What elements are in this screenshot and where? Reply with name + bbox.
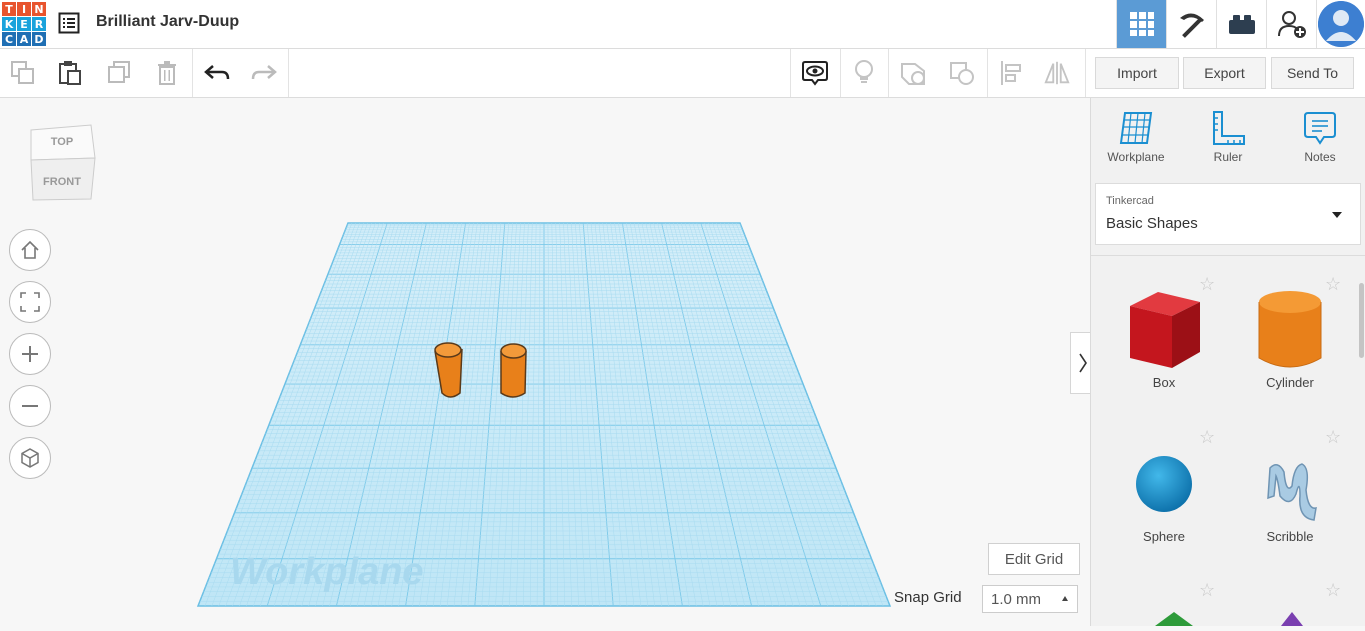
- workplane-icon: [1119, 112, 1153, 144]
- ruler-tool[interactable]: Ruler: [1193, 110, 1263, 164]
- sphere-shape-icon: [1136, 456, 1192, 512]
- view-cube[interactable]: TOP FRONT: [28, 122, 98, 207]
- user-avatar[interactable]: [1316, 0, 1365, 48]
- chevron-down-icon: [1332, 212, 1342, 218]
- snap-grid-value: 1.0 mm: [991, 590, 1042, 608]
- workplane-tool-label: Workplane: [1107, 150, 1165, 164]
- logo-letter: T: [2, 2, 16, 16]
- view-cube-top: TOP: [51, 136, 73, 148]
- favorite-star-icon[interactable]: ☆: [1199, 580, 1215, 601]
- favorite-star-icon[interactable]: ☆: [1325, 580, 1341, 601]
- shapes-panel: Workplane Ruler Notes Tinkercad Basic Sh…: [1090, 98, 1365, 626]
- align-icon[interactable]: [997, 59, 1025, 87]
- shape-label: Cylinder: [1266, 375, 1314, 390]
- duplicate-icon[interactable]: [105, 59, 133, 87]
- library-name: Basic Shapes: [1106, 215, 1198, 232]
- ungroup-icon[interactable]: [948, 59, 976, 87]
- favorite-star-icon[interactable]: ☆: [1199, 274, 1215, 295]
- ruler-icon: [1213, 111, 1245, 145]
- logo-letter: C: [2, 32, 16, 46]
- home-view-icon[interactable]: [9, 229, 51, 271]
- cylinder-shape-icon: [1258, 291, 1322, 368]
- orthographic-view-icon[interactable]: [9, 437, 51, 479]
- caret-up-icon: [1062, 596, 1068, 601]
- workplane-grid[interactable]: [0, 98, 1090, 626]
- design-menu-icon[interactable]: [58, 12, 80, 34]
- roof-shape-icon: [1155, 612, 1193, 626]
- tinkercad-logo[interactable]: T I N K E R C A D: [2, 2, 46, 46]
- zoom-in-icon[interactable]: [9, 333, 51, 375]
- snap-grid-select[interactable]: 1.0 mm: [982, 585, 1078, 613]
- view-cube-front: FRONT: [43, 176, 81, 188]
- edit-grid-button[interactable]: Edit Grid: [988, 543, 1080, 575]
- shape-label: Scribble: [1266, 529, 1314, 544]
- send-to-button[interactable]: Send To: [1271, 57, 1354, 89]
- favorite-star-icon[interactable]: ☆: [1199, 427, 1215, 448]
- cylinder-object[interactable]: [430, 341, 470, 401]
- show-notes-icon[interactable]: [801, 59, 829, 87]
- project-title[interactable]: Brilliant Jarv-Duup: [96, 13, 239, 31]
- library-source: Tinkercad: [1106, 195, 1154, 207]
- workplane-tool[interactable]: Workplane: [1101, 110, 1171, 164]
- favorite-star-icon[interactable]: ☆: [1325, 427, 1341, 448]
- paste-icon[interactable]: [56, 59, 84, 87]
- notes-tool-label: Notes: [1304, 150, 1336, 164]
- workplane-watermark: Workplane: [230, 551, 424, 593]
- group-icon[interactable]: [899, 59, 927, 87]
- shape-scribble[interactable]: Scribble: [1235, 446, 1345, 544]
- ruler-tool-label: Ruler: [1213, 150, 1243, 164]
- edit-toolbar: Import Export Send To: [0, 49, 1365, 98]
- shape-label: Sphere: [1143, 529, 1185, 544]
- workplane-viewport[interactable]: Workplane: [0, 98, 1090, 626]
- panel-scrollbar[interactable]: [1359, 283, 1364, 358]
- grid-view-icon[interactable]: [1116, 0, 1166, 48]
- notes-tool[interactable]: Notes: [1285, 110, 1355, 164]
- logo-letter: K: [2, 17, 16, 31]
- delete-icon[interactable]: [153, 59, 181, 87]
- logo-letter: A: [17, 32, 31, 46]
- redo-icon[interactable]: [250, 59, 278, 87]
- shape-cylinder[interactable]: Cylinder: [1235, 286, 1345, 390]
- notes-icon: [1304, 112, 1336, 145]
- logo-letter: R: [32, 17, 46, 31]
- shape-library-select[interactable]: Tinkercad Basic Shapes: [1095, 183, 1361, 245]
- zoom-out-icon[interactable]: [9, 385, 51, 427]
- top-bar: T I N K E R C A D Brilliant Jarv-Duup: [0, 0, 1365, 49]
- logo-letter: N: [32, 2, 46, 16]
- lightbulb-icon[interactable]: [850, 59, 878, 87]
- undo-icon[interactable]: [203, 59, 231, 87]
- avatar: [1318, 1, 1364, 47]
- shape-box[interactable]: Box: [1109, 286, 1219, 390]
- bricks-icon[interactable]: [1216, 0, 1266, 48]
- shape-label: Box: [1152, 375, 1176, 390]
- favorite-star-icon[interactable]: ☆: [1325, 274, 1341, 295]
- logo-letter: I: [17, 2, 31, 16]
- shape-sphere[interactable]: Sphere: [1109, 446, 1219, 544]
- box-shape-icon: [1130, 292, 1200, 368]
- import-button[interactable]: Import: [1095, 57, 1179, 89]
- pyramid-shape-icon: [1281, 612, 1303, 626]
- cylinder-object[interactable]: [497, 341, 533, 401]
- export-button[interactable]: Export: [1183, 57, 1266, 89]
- add-user-icon[interactable]: [1266, 0, 1316, 48]
- pickaxe-icon[interactable]: [1166, 0, 1216, 48]
- logo-letter: D: [32, 32, 46, 46]
- copy-icon[interactable]: [9, 59, 37, 87]
- logo-letter: E: [17, 17, 31, 31]
- fit-view-icon[interactable]: [9, 281, 51, 323]
- snap-grid-label: Snap Grid: [894, 589, 962, 606]
- mirror-icon[interactable]: [1043, 59, 1071, 87]
- scribble-shape-icon: [1267, 463, 1317, 521]
- chevron-right-icon: [1079, 353, 1087, 373]
